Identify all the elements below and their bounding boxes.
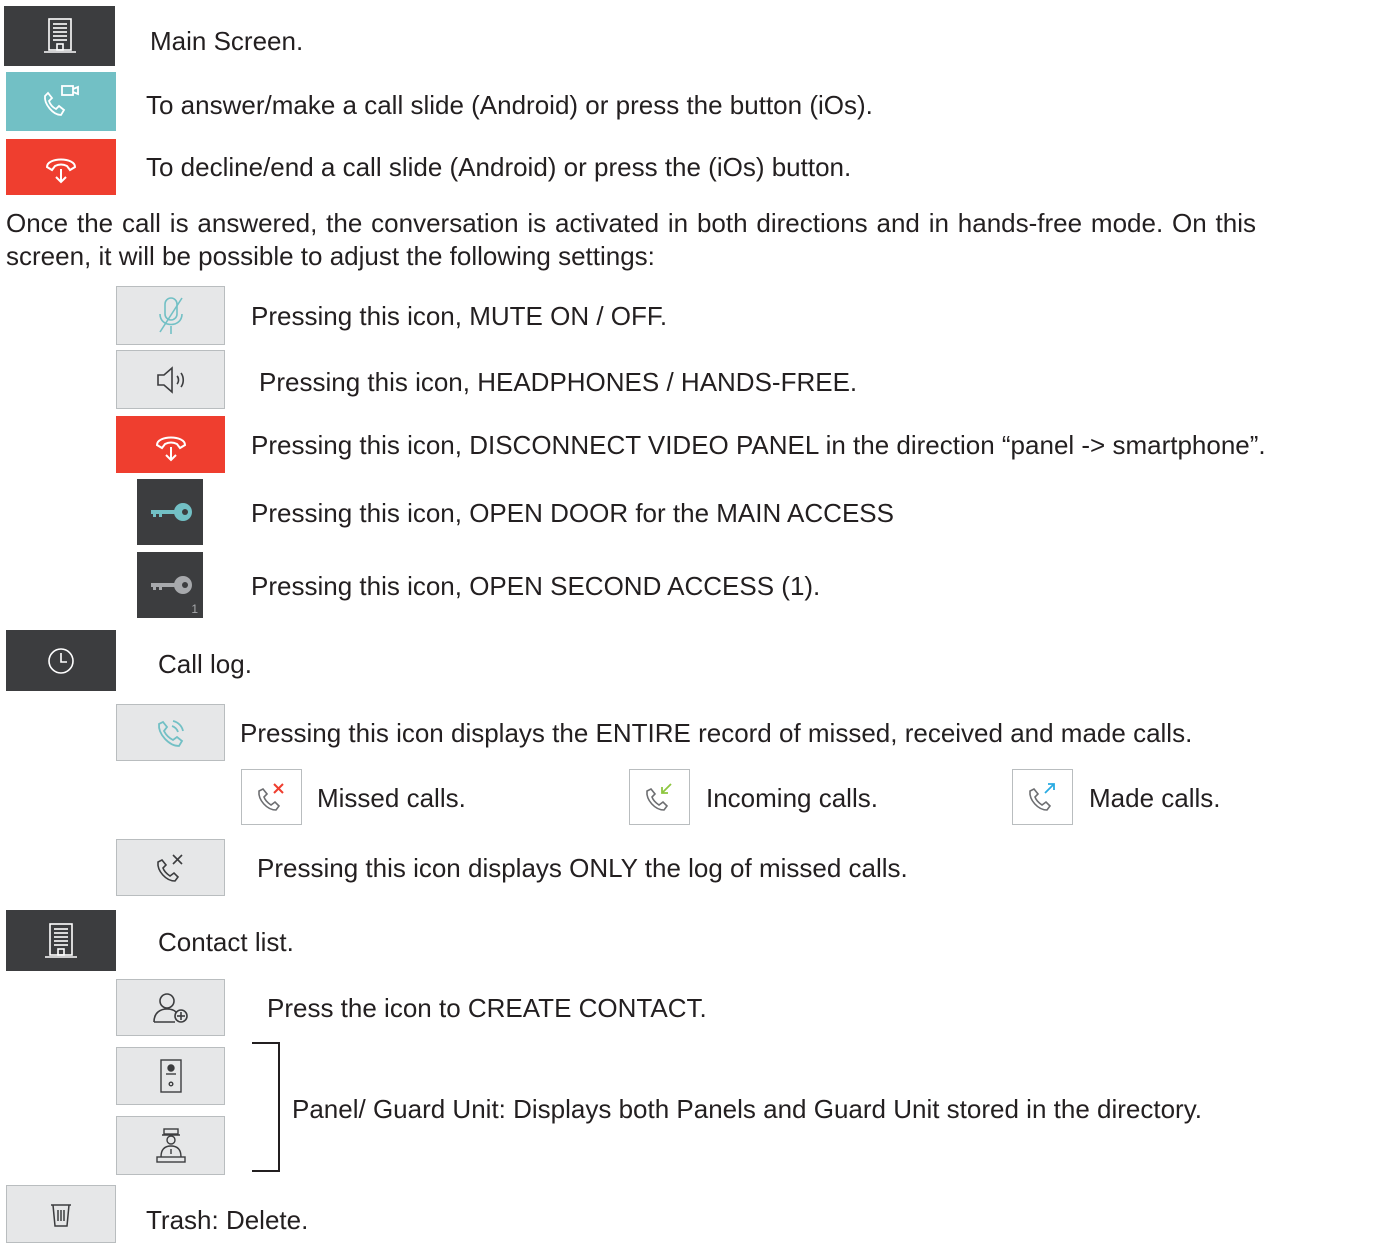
all-calls-label: Pressing this icon displays the ENTIRE r… — [240, 718, 1193, 748]
create-contact-button[interactable] — [116, 979, 225, 1036]
panel-filter-button[interactable] — [116, 1047, 225, 1105]
call-log-button[interactable] — [6, 630, 116, 691]
microphone-off-icon — [156, 294, 186, 338]
mute-button[interactable] — [116, 286, 225, 345]
guard-icon — [154, 1127, 188, 1165]
open-second-label: Pressing this icon, OPEN SECOND ACCESS (… — [251, 571, 821, 601]
contact-list-button[interactable] — [6, 910, 116, 971]
building-icon — [42, 16, 78, 56]
answer-label: To answer/make a call slide (Android) or… — [146, 90, 873, 120]
bracket-divider — [252, 1042, 280, 1172]
incoming-calls-label: Incoming calls. — [706, 783, 878, 813]
incoming-call-icon — [642, 779, 678, 815]
trash-icon — [48, 1199, 74, 1229]
made-calls-indicator — [1012, 769, 1073, 825]
key-icon — [145, 573, 195, 597]
trash-label: Trash: Delete. — [146, 1205, 309, 1235]
speaker-button[interactable] — [116, 350, 225, 409]
key-icon — [145, 500, 195, 524]
decline-label: To decline/end a call slide (Android) or… — [146, 152, 852, 182]
door-panel-icon — [158, 1058, 184, 1094]
speaker-label: Pressing this icon, HEADPHONES / HANDS-F… — [259, 367, 858, 397]
intro-paragraph: Once the call is answered, the conversat… — [6, 208, 1256, 271]
open-main-door-button[interactable] — [137, 479, 203, 545]
mute-label: Pressing this icon, MUTE ON / OFF. — [251, 301, 668, 331]
key-number-badge: 1 — [191, 602, 198, 616]
panel-guard-label: Panel/ Guard Unit: Displays both Panels … — [292, 1094, 1202, 1124]
guard-unit-filter-button[interactable] — [116, 1116, 225, 1175]
trash-button[interactable] — [6, 1185, 116, 1243]
phone-video-icon — [39, 82, 83, 122]
add-contact-icon — [149, 990, 193, 1026]
open-second-door-button[interactable]: 1 — [137, 552, 203, 618]
contact-list-label: Contact list. — [158, 927, 294, 957]
speaker-icon — [154, 365, 188, 395]
disconnect-panel-button[interactable] — [116, 416, 225, 473]
clock-icon — [46, 646, 76, 676]
made-calls-label: Made calls. — [1089, 783, 1221, 813]
answer-call-button[interactable] — [6, 72, 116, 131]
call-log-label: Call log. — [158, 649, 252, 679]
missed-only-label: Pressing this icon displays ONLY the log… — [257, 853, 908, 883]
missed-calls-indicator — [241, 769, 302, 825]
outgoing-call-icon — [1025, 779, 1061, 815]
all-calls-button[interactable] — [116, 704, 225, 761]
disconnect-label: Pressing this icon, DISCONNECT VIDEO PAN… — [251, 430, 1266, 460]
main-screen-button[interactable] — [4, 6, 115, 66]
open-main-label: Pressing this icon, OPEN DOOR for the MA… — [251, 498, 894, 528]
main-screen-label: Main Screen. — [150, 26, 304, 56]
hangup-icon — [151, 425, 191, 465]
missed-only-button[interactable] — [116, 839, 225, 896]
missed-call-icon — [153, 850, 189, 886]
phone-calls-icon — [153, 715, 189, 751]
decline-call-button[interactable] — [6, 139, 116, 195]
hangup-icon — [41, 147, 81, 187]
missed-calls-label: Missed calls. — [317, 783, 466, 813]
building-icon — [43, 921, 79, 961]
missed-call-icon — [254, 779, 290, 815]
incoming-calls-indicator — [629, 769, 690, 825]
create-contact-label: Press the icon to CREATE CONTACT. — [267, 993, 707, 1023]
